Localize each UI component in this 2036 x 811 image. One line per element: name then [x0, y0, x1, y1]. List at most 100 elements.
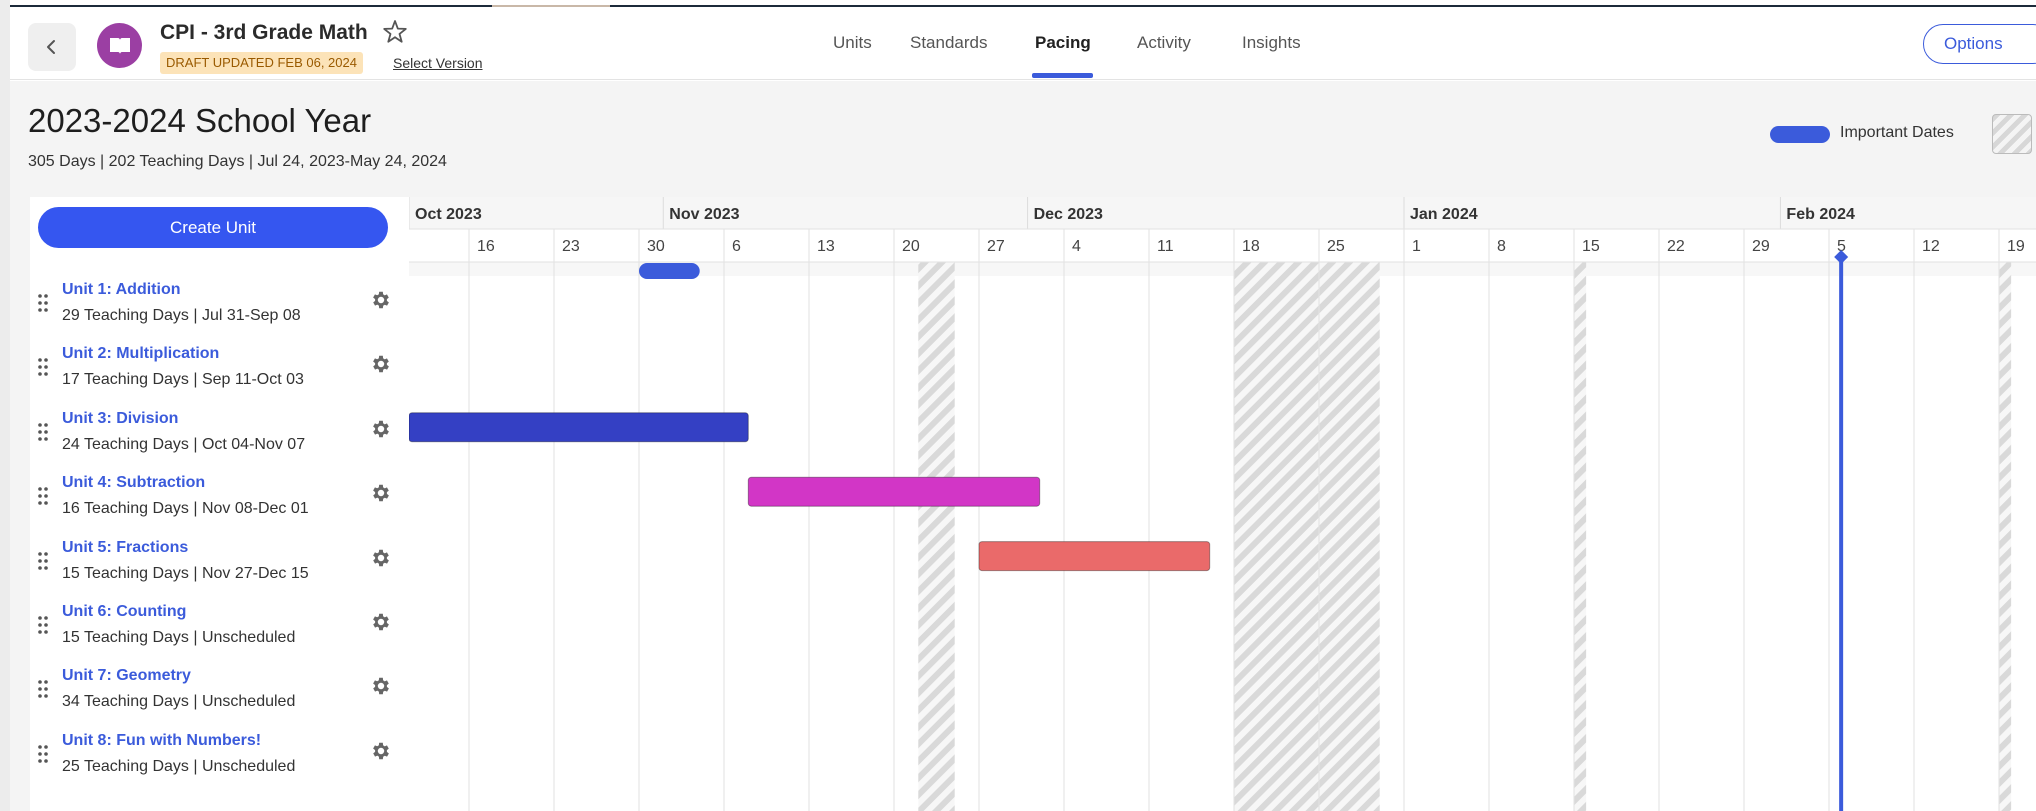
week-tick-label: 18	[1242, 238, 1260, 255]
drag-handle-icon[interactable]	[36, 679, 50, 699]
month-label: Dec 2023	[1034, 206, 1103, 223]
week-tick-label: 25	[1327, 238, 1345, 255]
month-label: Oct 2023	[415, 206, 482, 223]
month-label: Feb 2024	[1786, 206, 1855, 223]
active-tab-indicator	[1032, 73, 1093, 78]
gear-icon[interactable]	[370, 418, 392, 440]
month-label: Nov 2023	[669, 206, 739, 223]
gear-icon[interactable]	[370, 675, 392, 697]
unit-row: Unit 5: Fractions 15 Teaching Days | Nov …	[30, 539, 409, 603]
tab-insights[interactable]: Insights	[1242, 33, 1301, 53]
options-button[interactable]: Options	[1923, 24, 2036, 64]
school-year-summary: 305 Days | 202 Teaching Days | Jul 24, 2…	[28, 153, 447, 170]
week-tick-label: 13	[817, 238, 835, 255]
drag-handle-icon[interactable]	[36, 293, 50, 313]
week-tick-label: 22	[1667, 238, 1685, 255]
unit-schedule-bar[interactable]	[978, 541, 1211, 572]
week-tick-label: 1	[1412, 238, 1421, 255]
unit-row: Unit 1: Addition 29 Teaching Days | Jul 3…	[30, 281, 409, 345]
unit-name-link[interactable]: Unit 6: Counting	[62, 603, 186, 621]
pacing-gantt-chart: 16 23 30 6 13 20 27 4 11 18 25 1 8 15 22 29 5 12 19 Oct 202…	[409, 197, 2036, 811]
chevron-left-icon	[47, 40, 55, 54]
unit-name-link[interactable]: Unit 8: Fun with Numbers!	[62, 732, 261, 750]
drag-handle-icon[interactable]	[36, 744, 50, 764]
gear-icon[interactable]	[370, 289, 392, 311]
unit-row: Unit 4: Subtraction 16 Teaching Days | No…	[30, 474, 409, 538]
gear-icon[interactable]	[370, 482, 392, 504]
unit-schedule-bar[interactable]	[409, 412, 749, 443]
non-teaching-swatch	[1992, 114, 2032, 154]
unit-schedule-bar[interactable]	[747, 476, 1041, 507]
week-tick-label: 16	[477, 238, 495, 255]
favorite-star-icon[interactable]	[381, 18, 409, 46]
unit-name-link[interactable]: Unit 2: Multiplication	[62, 345, 219, 363]
week-tick-label: 30	[647, 238, 665, 255]
week-tick-label: 27	[987, 238, 1005, 255]
app-window: CPI - 3rd Grade Math DRAFT UPDATED FEB 0…	[0, 0, 2036, 811]
drag-handle-icon[interactable]	[36, 357, 50, 377]
non-teaching-block	[1574, 262, 1587, 811]
unit-list-panel: Create Unit Unit 1: Addition 29 Teaching …	[30, 197, 409, 811]
browser-top-edge	[0, 0, 2036, 7]
gear-icon[interactable]	[370, 611, 392, 633]
drag-handle-icon[interactable]	[36, 422, 50, 442]
unit-meta: 16 Teaching Days | Nov 08-Dec 01	[62, 500, 309, 518]
tab-units[interactable]: Units	[833, 33, 872, 53]
week-tick-label: 4	[1072, 238, 1081, 255]
browser-tab-indicator	[492, 0, 610, 7]
back-button[interactable]	[28, 23, 76, 71]
week-tick-label: 15	[1582, 238, 1600, 255]
unit-meta: 15 Teaching Days | Unscheduled	[62, 629, 296, 646]
pacing-main: 2023-2024 School Year 305 Days | 202 Tea…	[10, 81, 2036, 811]
non-teaching-block	[1999, 262, 2012, 811]
drag-handle-icon[interactable]	[36, 615, 50, 635]
important-dates-swatch	[1770, 126, 1830, 143]
unit-row: Unit 6: Counting 15 Teaching Days | Unsch…	[30, 603, 409, 667]
week-tick-label: 29	[1752, 238, 1770, 255]
unit-name-link[interactable]: Unit 5: Fractions	[62, 539, 188, 557]
week-tick-label: 6	[732, 238, 741, 255]
unit-meta: 34 Teaching Days | Unscheduled	[62, 693, 296, 711]
week-tick-label: 8	[1497, 238, 1506, 255]
unit-name-link[interactable]: Unit 4: Subtraction	[62, 474, 205, 492]
app-header: CPI - 3rd Grade Math DRAFT UPDATED FEB 0…	[10, 7, 2036, 80]
unit-row: Unit 2: Multiplication 17 Teaching Days |…	[30, 345, 409, 409]
week-tick-label: 23	[562, 238, 580, 255]
important-date-pill[interactable]	[639, 263, 700, 279]
school-year-title: 2023-2024 School Year	[28, 102, 372, 139]
select-version-link[interactable]: Select Version	[393, 55, 483, 71]
unit-row: Unit 7: Geometry 34 Teaching Days | Unsch…	[30, 667, 409, 731]
gear-icon[interactable]	[370, 547, 392, 569]
non-teaching-block	[1234, 262, 1380, 811]
tab-standards[interactable]: Standards	[910, 33, 988, 53]
unit-row: Unit 8: Fun with Numbers! 25 Teaching Day…	[30, 732, 409, 796]
week-tick-label: 19	[2007, 238, 2025, 255]
week-tick-label: 12	[1922, 238, 1940, 255]
draft-status-badge: DRAFT UPDATED FEB 06, 2024	[160, 52, 363, 74]
tab-pacing[interactable]: Pacing	[1035, 33, 1091, 53]
unit-meta: 17 Teaching Days | Sep 11-Oct 03	[62, 371, 304, 389]
unit-meta: 29 Teaching Days | Jul 31-Sep 08	[62, 307, 301, 324]
unit-row: Unit 3: Division 24 Teaching Days | Oct 0…	[30, 410, 409, 474]
non-teaching-block	[918, 262, 955, 811]
unit-meta: 15 Teaching Days | Nov 27-Dec 15	[62, 564, 309, 582]
gear-icon[interactable]	[370, 740, 392, 762]
course-book-icon	[97, 23, 142, 68]
gear-icon[interactable]	[370, 353, 392, 375]
drag-handle-icon[interactable]	[36, 551, 50, 571]
unit-name-link[interactable]: Unit 3: Division	[62, 410, 178, 428]
unit-meta: 24 Teaching Days | Oct 04-Nov 07	[62, 435, 306, 453]
month-label: Jan 2024	[1410, 206, 1478, 223]
important-dates-label: Important Dates	[1840, 124, 1954, 141]
unit-name-link[interactable]: Unit 7: Geometry	[62, 667, 191, 685]
unit-name-link[interactable]: Unit 1: Addition	[62, 281, 181, 299]
course-title: CPI - 3rd Grade Math	[160, 21, 368, 44]
unit-meta: 25 Teaching Days | Unscheduled	[62, 757, 296, 775]
week-tick-label: 11	[1157, 238, 1174, 255]
window-left-frame	[0, 0, 10, 811]
create-unit-button[interactable]: Create Unit	[38, 207, 388, 248]
gantt-canvas: 16 23 30 6 13 20 27 4 11 18 25 1 8 15 22 29 5 12 19Oct 202…	[409, 197, 2036, 811]
week-tick-label: 20	[902, 238, 920, 255]
drag-handle-icon[interactable]	[36, 486, 50, 506]
tab-activity[interactable]: Activity	[1137, 33, 1191, 53]
